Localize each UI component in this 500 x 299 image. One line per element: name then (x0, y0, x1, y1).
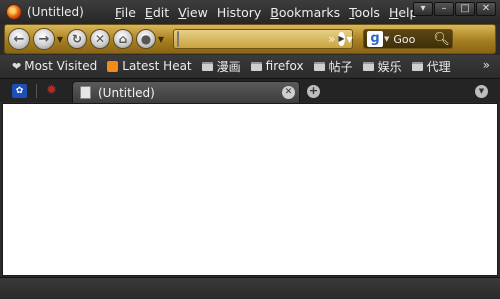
url-bar[interactable]: » ▶ ▼ (173, 29, 353, 49)
url-dropdown-icon[interactable]: ▼ (347, 35, 353, 44)
forward-button[interactable]: → (33, 28, 55, 50)
window-title: (Untitled) (27, 5, 84, 19)
url-input[interactable] (183, 30, 328, 48)
bookmarks-overflow-button[interactable]: » (483, 58, 490, 72)
paw-addon-icon[interactable]: ✿ (12, 84, 27, 98)
search-box[interactable]: g ▼ 🔍︎ (363, 29, 453, 49)
menu-file[interactable]: File (115, 5, 136, 20)
bookmark-folder-firefox[interactable]: firefox (250, 59, 304, 73)
heart-icon: ❤ (12, 59, 22, 73)
menu-bookmarks[interactable]: Bookmarks (270, 5, 340, 20)
bookmark-most-visited[interactable]: ❤ Most Visited (12, 59, 97, 73)
menu-view[interactable]: View (178, 5, 208, 20)
menu-bar: File Edit View History Bookmarks Tools H… (115, 5, 426, 20)
reload-icon: ↻ (71, 32, 83, 46)
google-search-engine-icon[interactable]: g (367, 31, 383, 47)
downloads-dropdown-icon[interactable]: ▼ (157, 35, 165, 44)
menu-edit[interactable]: Edit (145, 5, 169, 20)
search-input[interactable] (393, 32, 432, 46)
tab-bar-divider (36, 84, 37, 98)
status-bar (0, 277, 500, 299)
bookmark-label: 娱乐 (377, 59, 402, 74)
bookmark-label: Most Visited (24, 59, 98, 73)
rss-icon (107, 60, 119, 72)
firefox-logo-icon[interactable] (6, 4, 22, 20)
tab-bar: ✿ ✹ (Untitled) ✕ + ▼ (0, 78, 500, 103)
downloads-button[interactable]: ● (136, 29, 156, 49)
go-button[interactable]: ▶ (338, 32, 345, 46)
bookmark-label: 帖子 (328, 59, 353, 74)
bookmark-latest-heat[interactable]: Latest Heat (107, 59, 192, 73)
forward-arrow-icon: → (38, 31, 50, 47)
new-tab-button[interactable]: + (307, 85, 320, 98)
search-icon[interactable]: 🔍︎ (433, 32, 450, 47)
search-engine-dropdown-icon[interactable]: ▼ (384, 35, 389, 43)
tab-untitled[interactable]: (Untitled) ✕ (72, 81, 300, 103)
download-icon: ● (140, 32, 152, 46)
bookmark-label: firefox (265, 59, 304, 73)
folder-icon (250, 61, 262, 71)
back-arrow-icon: ← (13, 31, 25, 47)
stop-x-icon: ✕ (94, 32, 106, 46)
folder-icon (201, 61, 213, 71)
folder-icon (411, 61, 423, 71)
title-bar: (Untitled) File Edit View History Bookma… (0, 0, 500, 24)
stop-button[interactable]: ✕ (90, 29, 110, 49)
close-tab-icon[interactable]: ✕ (282, 86, 295, 99)
bookmark-folder-tiezi[interactable]: 帖子 (313, 58, 353, 75)
history-dropdown-icon[interactable]: ▼ (56, 35, 64, 44)
bookmark-folder-daili[interactable]: 代理 (411, 58, 451, 75)
bookmark-label: 代理 (426, 59, 451, 74)
reload-button[interactable]: ↻ (67, 29, 87, 49)
bookmark-label: Latest Heat (122, 59, 192, 73)
bookmark-label: 漫画 (216, 59, 241, 74)
menu-history[interactable]: History (217, 5, 261, 20)
page-icon (80, 86, 91, 99)
list-all-tabs-button[interactable]: ▼ (475, 85, 488, 98)
folder-icon (362, 61, 374, 71)
home-icon: ⌂ (118, 32, 128, 46)
close-window-button[interactable]: ✕ (476, 2, 496, 16)
minimize-button[interactable]: – (434, 2, 454, 16)
back-button[interactable]: ← (8, 28, 30, 50)
tab-label: (Untitled) (98, 85, 155, 100)
feed-icon[interactable]: » (328, 32, 335, 46)
menu-tools[interactable]: Tools (349, 5, 380, 20)
page-content-area[interactable] (2, 103, 498, 276)
window-controls: ▾ – □ ✕ (412, 2, 496, 16)
maximize-button[interactable]: □ (455, 2, 475, 16)
ladybug-addon-icon[interactable]: ✹ (46, 84, 62, 98)
navigation-toolbar: ← → ▼ ↻ ✕ ⌂ ● ▼ » ▶ ▼ g ▼ 🔍︎ (4, 24, 496, 54)
bookmark-folder-manhua[interactable]: 漫画 (201, 58, 241, 75)
home-button[interactable]: ⌂ (113, 29, 133, 49)
folder-icon (313, 61, 325, 71)
bookmarks-toolbar: ❤ Most Visited Latest Heat 漫画 firefox 帖子… (0, 55, 500, 77)
page-icon (177, 31, 179, 47)
window-menu-button[interactable]: ▾ (413, 2, 433, 16)
bookmark-folder-yule[interactable]: 娱乐 (362, 58, 402, 75)
